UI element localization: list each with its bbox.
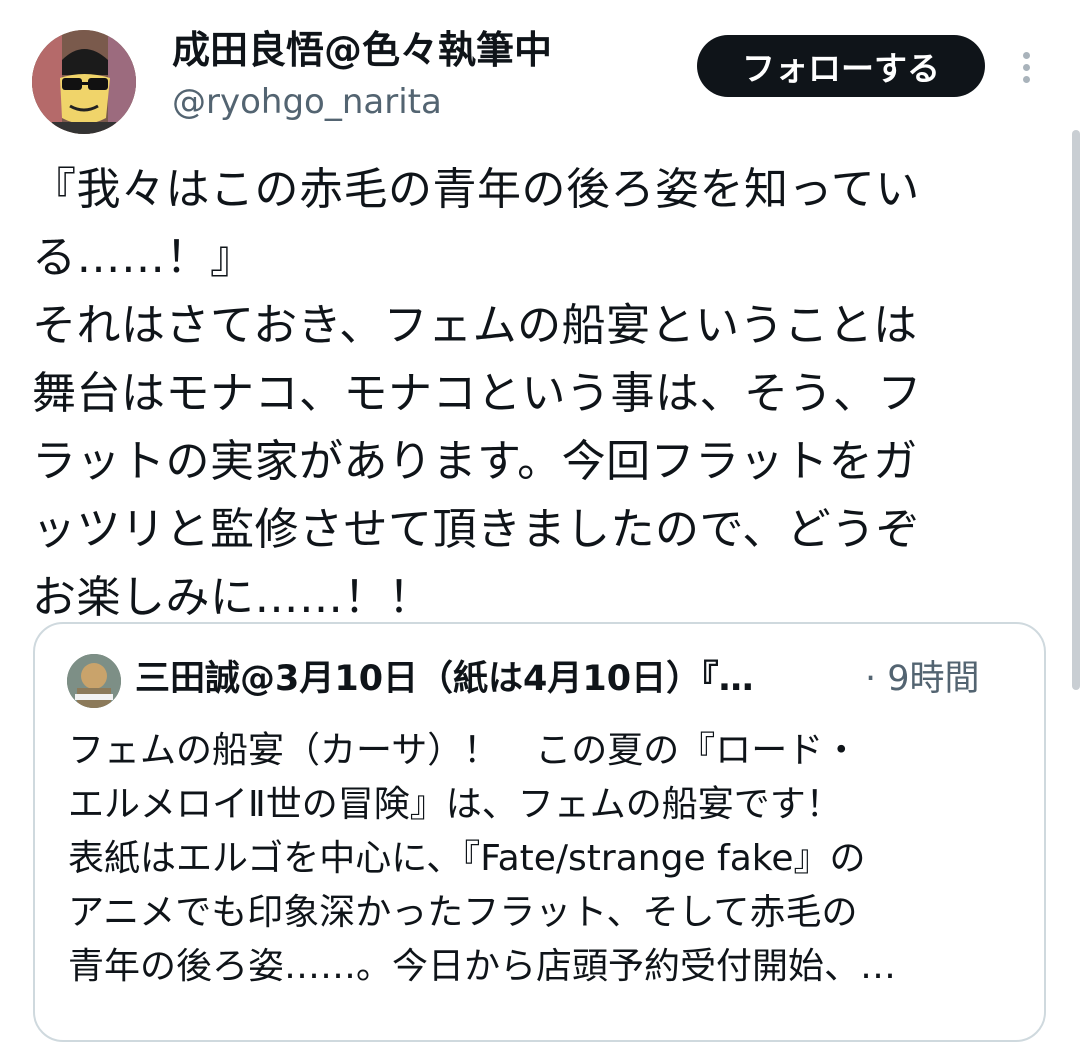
quoted-timestamp[interactable]: · 9時間: [865, 656, 980, 702]
scrollbar[interactable]: [1072, 130, 1080, 690]
user-avatar-icon: [32, 30, 136, 134]
quoted-author-name: 三田誠@3月10日（紙は4月10日）『…: [135, 659, 754, 699]
author-display-name[interactable]: 成田良悟@色々執筆中: [172, 26, 552, 74]
quoted-author-avatar[interactable]: [67, 654, 121, 708]
author-handle[interactable]: @ryohgo_narita: [172, 80, 442, 124]
tweet-text: 『我々はこの赤毛の青年の後ろ姿を知ってい る……！』 それはさておき、フェムの船…: [32, 164, 922, 623]
quoted-tweet-card[interactable]: 三田誠@3月10日（紙は4月10日）『… · 9時間 フェムの船宴（カーサ）！ …: [33, 622, 1046, 1042]
quoted-tweet-text: フェムの船宴（カーサ）！ この夏の『ロード・ エルメロイⅡ世の冒険』は、フェムの…: [68, 730, 897, 987]
more-vertical-icon[interactable]: [1012, 48, 1042, 88]
follow-button[interactable]: フォローする: [697, 35, 985, 97]
quoted-user-avatar-icon: [67, 654, 121, 708]
author-avatar[interactable]: [32, 30, 136, 134]
